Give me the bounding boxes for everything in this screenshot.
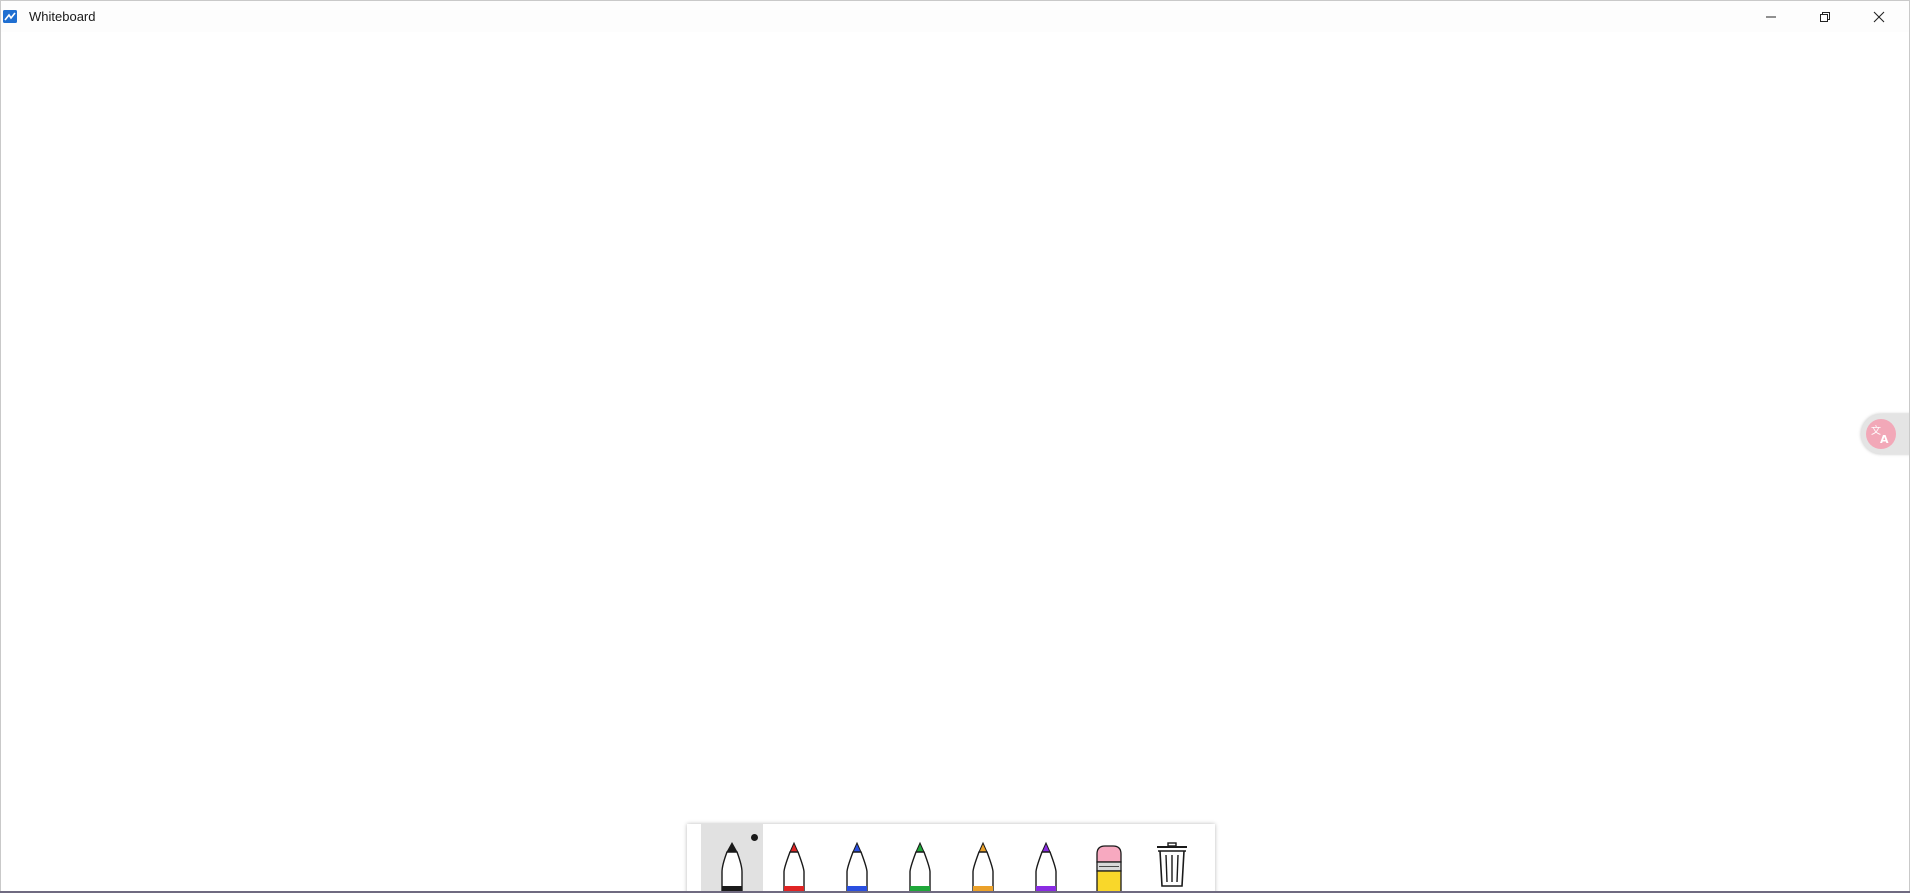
clear-all-tool[interactable] xyxy=(1142,824,1204,892)
pen-icon xyxy=(909,841,931,892)
drawing-canvas[interactable] xyxy=(1,32,1909,892)
red-pen-tool[interactable] xyxy=(764,824,826,892)
blue-pen-tool[interactable] xyxy=(827,824,889,892)
translate-icon: 文 A xyxy=(1866,419,1896,449)
minimize-icon xyxy=(1766,16,1776,17)
pen-icon xyxy=(846,841,868,892)
title-bar[interactable]: Whiteboard xyxy=(1,1,1909,32)
whiteboard-window: Whiteboard 文 A xyxy=(0,0,1910,893)
pen-icon xyxy=(783,841,805,892)
svg-text:A: A xyxy=(1880,433,1889,445)
pen-icon xyxy=(1035,841,1057,892)
restore-button[interactable] xyxy=(1799,1,1851,32)
purple-pen-tool[interactable] xyxy=(1016,824,1078,892)
pen-icon xyxy=(972,841,994,892)
window-title: Whiteboard xyxy=(29,9,96,24)
translate-side-button[interactable]: 文 A xyxy=(1861,414,1909,454)
green-pen-tool[interactable] xyxy=(890,824,952,892)
close-button[interactable] xyxy=(1853,1,1905,32)
minimize-button[interactable] xyxy=(1745,1,1797,32)
selected-indicator xyxy=(751,834,758,841)
restore-icon xyxy=(1820,11,1830,22)
eraser-tool[interactable] xyxy=(1079,824,1141,892)
close-icon xyxy=(1873,11,1885,22)
black-pen-tool[interactable] xyxy=(701,824,763,892)
eraser-icon xyxy=(1096,845,1122,892)
trash-icon xyxy=(1157,842,1187,887)
orange-pen-tool[interactable] xyxy=(953,824,1015,892)
pen-toolbar xyxy=(687,824,1215,892)
whiteboard-app-icon xyxy=(3,10,17,23)
